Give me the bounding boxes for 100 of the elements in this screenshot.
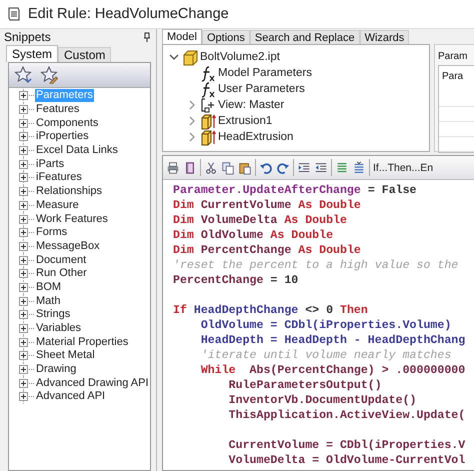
- comment-lines-icon[interactable]: [335, 160, 349, 174]
- tree-item[interactable]: Extrusion1: [218, 115, 272, 127]
- tree-item[interactable]: Excel Data Links: [35, 144, 119, 158]
- code-line: Dim VolumeDelta As Double: [173, 213, 348, 228]
- tree-item[interactable]: MessageBox: [35, 240, 101, 253]
- expand-icon[interactable]: [19, 392, 28, 402]
- tab[interactable]: Search and Replace: [250, 30, 360, 44]
- tree-item[interactable]: Components: [35, 116, 100, 130]
- expand-icon[interactable]: [19, 173, 28, 182]
- tree-item[interactable]: iFeatures: [35, 171, 83, 184]
- tree-item[interactable]: Relationships: [35, 185, 104, 198]
- tree-item[interactable]: Document: [35, 254, 88, 267]
- tree-item[interactable]: Measure: [35, 198, 80, 212]
- tree-item[interactable]: User Parameters: [218, 83, 305, 95]
- expand-icon[interactable]: [19, 228, 28, 238]
- tree-item[interactable]: iProperties: [35, 130, 90, 144]
- extrusion-icon: [200, 128, 216, 146]
- expand-icon[interactable]: [19, 282, 28, 292]
- snippet-button[interactable]: If...Then...En: [373, 162, 434, 174]
- code-line: CurrentVolume = CDbl(iProperties.V: [228, 438, 466, 453]
- tree-item[interactable]: Advanced API: [35, 390, 106, 404]
- tree-item[interactable]: Advanced Drawing API: [35, 376, 150, 390]
- pin-icon[interactable]: [143, 32, 151, 42]
- code-line: VolumeDelta = OldVolume-CurrentVol: [228, 453, 466, 468]
- tab[interactable]: Custom: [58, 47, 112, 62]
- code-line: RuleParametersOutput(): [228, 378, 383, 393]
- undo-icon[interactable]: [259, 160, 273, 174]
- code-line: If HeadDepthChange <> 0 Then: [173, 303, 369, 318]
- tree-item[interactable]: Math: [35, 294, 62, 308]
- paste-icon[interactable]: [238, 160, 252, 174]
- expand-icon[interactable]: [19, 214, 28, 224]
- code-line: Dim CurrentVolume As Double: [173, 198, 362, 213]
- expand-icon[interactable]: [19, 160, 28, 169]
- view-icon: [200, 96, 216, 114]
- cube-icon: [182, 48, 198, 66]
- panel-title: Param: [438, 51, 468, 62]
- copy-icon[interactable]: [221, 160, 235, 174]
- print-icon[interactable]: [166, 160, 180, 174]
- expand-icon[interactable]: [19, 132, 28, 142]
- code-line: ThisApplication.ActiveView.Update(: [228, 408, 466, 423]
- code-line: 'iterate until volume nearly matches: [200, 348, 452, 363]
- tree-item[interactable]: Sheet Metal: [35, 349, 96, 362]
- expand-icon[interactable]: [19, 256, 28, 265]
- tree-item[interactable]: Run Other: [35, 267, 88, 280]
- tab[interactable]: Options: [202, 30, 250, 44]
- outdent-icon[interactable]: [314, 160, 328, 174]
- window-title: Edit Rule: HeadVolumeChange: [28, 6, 229, 22]
- tree-item[interactable]: Drawing: [35, 363, 78, 376]
- tree-item[interactable]: Model Parameters: [218, 67, 312, 79]
- expand-icon[interactable]: [19, 242, 28, 251]
- code-line: While Abs(PercentChange) > .000000000: [200, 363, 466, 378]
- cut-icon[interactable]: [204, 160, 218, 174]
- expand-icon[interactable]: [19, 200, 28, 210]
- expand-icon[interactable]: [19, 91, 28, 100]
- extrusion-icon: [200, 112, 216, 130]
- scroll-icon: [6, 6, 22, 22]
- expand-icon[interactable]: [19, 105, 28, 114]
- expand-icon[interactable]: [19, 118, 28, 128]
- tree-item[interactable]: Work Features: [35, 212, 109, 226]
- tree-item[interactable]: HeadExtrusion: [218, 131, 294, 143]
- column-header: Para: [442, 71, 464, 82]
- tree-item[interactable]: Forms: [35, 226, 68, 240]
- tree-item[interactable]: Strings: [35, 308, 72, 322]
- function-icon: [200, 80, 216, 98]
- tree-item[interactable]: Features: [35, 103, 80, 116]
- code-line: Parameter.UpdateAfterChange = False: [173, 183, 418, 198]
- tab[interactable]: Model: [162, 29, 202, 44]
- tab[interactable]: System: [6, 45, 58, 62]
- tree-item[interactable]: BoltVolume2.ipt: [200, 51, 280, 63]
- code-line: InventorVb.DocumentUpdate(): [228, 393, 418, 408]
- expand-icon[interactable]: [19, 378, 28, 388]
- tree-item[interactable]: View: Master: [218, 99, 284, 111]
- expand-icon[interactable]: [19, 338, 28, 347]
- code-line: OldVolume = CDbl(iProperties.Volume): [200, 318, 452, 333]
- star-icon[interactable]: [40, 66, 58, 84]
- tree-item[interactable]: iParts: [35, 158, 66, 171]
- expand-icon[interactable]: [19, 146, 28, 156]
- function-icon: [200, 64, 216, 82]
- book-icon[interactable]: [183, 160, 197, 174]
- tree-item[interactable]: Variables: [35, 322, 82, 336]
- indent-icon[interactable]: [297, 160, 311, 174]
- redo-icon[interactable]: [276, 160, 290, 174]
- tree-item[interactable]: BOM: [35, 280, 62, 294]
- expand-icon[interactable]: [19, 324, 28, 334]
- code-line: 'reset the percent to a high value so the: [173, 258, 460, 273]
- code-line: PercentChange = 10: [173, 273, 300, 288]
- panel-title: Snippets: [4, 30, 51, 44]
- star-icon[interactable]: [14, 66, 32, 84]
- code-line: Dim PercentChange As Double: [173, 243, 362, 258]
- code-line: Dim OldVolume As Double: [173, 228, 334, 243]
- expand-icon[interactable]: [19, 310, 28, 320]
- expand-icon[interactable]: [19, 187, 28, 196]
- expand-icon[interactable]: [19, 365, 28, 374]
- tab[interactable]: Wizards: [360, 30, 410, 44]
- expand-icon[interactable]: [19, 351, 28, 360]
- code-line: HeadDepth = HeadDepth - HeadDepthChang: [200, 333, 466, 348]
- tree-item[interactable]: Material Properties: [35, 336, 130, 349]
- expand-icon[interactable]: [19, 296, 28, 306]
- expand-icon[interactable]: [19, 269, 28, 278]
- uncomment-lines-icon[interactable]: [352, 160, 366, 174]
